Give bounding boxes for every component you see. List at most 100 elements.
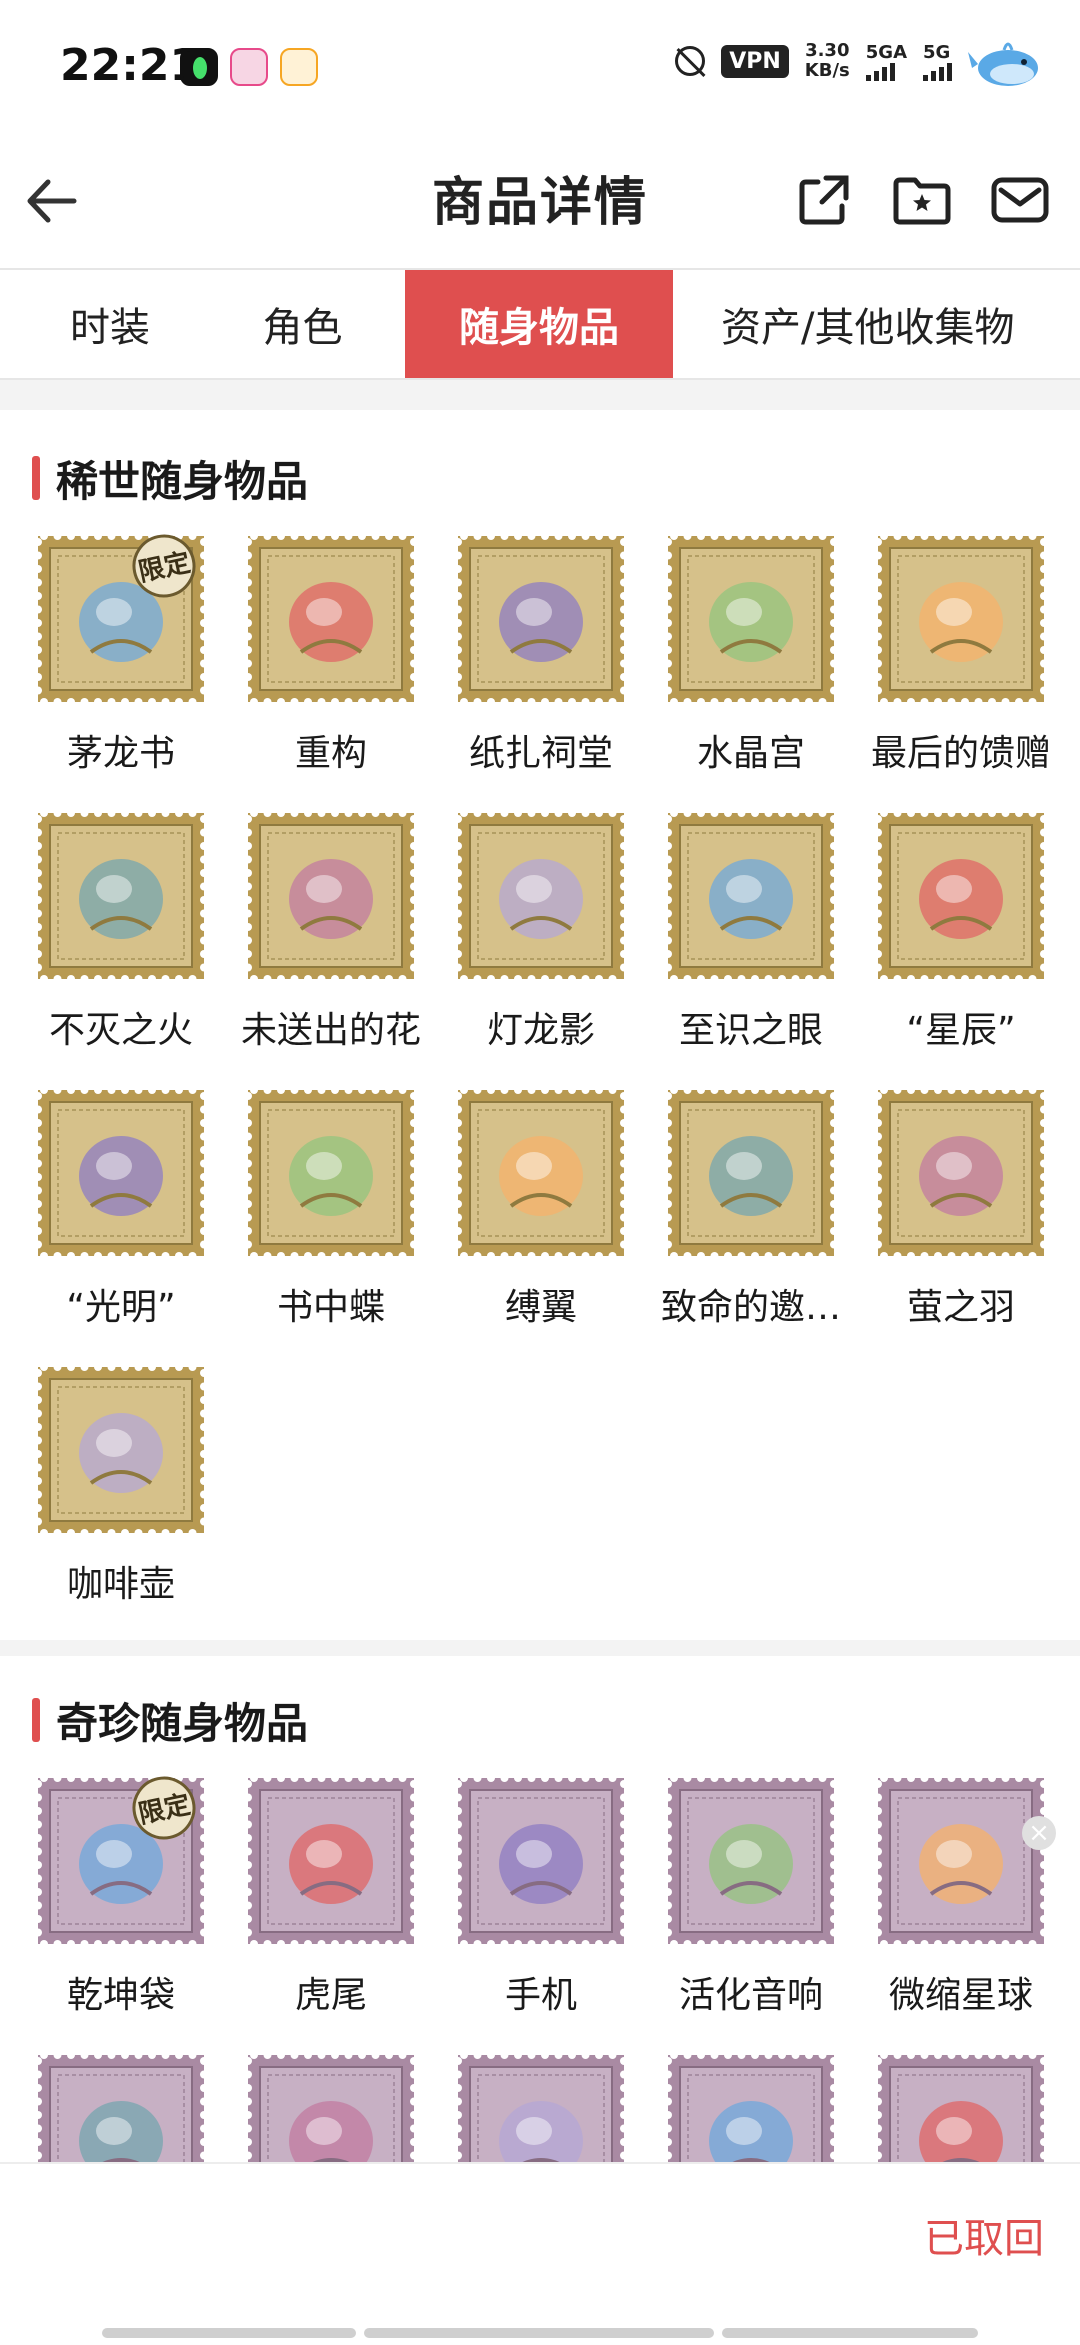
share-external-icon (799, 175, 849, 225)
signal-bars-icon (923, 62, 952, 81)
network-speed: 3.30 KB/s (805, 41, 850, 81)
signal-bars-icon (865, 62, 895, 81)
item-name: 手机 (504, 1975, 577, 2016)
signal-label: 5GA (865, 41, 907, 63)
item-card[interactable] (856, 2051, 1066, 2162)
item-stamp-image (664, 809, 838, 983)
item-card[interactable] (646, 2051, 856, 2162)
retrieved-status: 已取回 (924, 2216, 1044, 2262)
item-stamp-image (244, 2051, 418, 2162)
item-name: 虎尾 (294, 1975, 367, 2016)
section-title: 稀世随身物品 (56, 456, 309, 506)
app-notification-icon (230, 48, 268, 86)
item-stamp-image (874, 1774, 1048, 1948)
item-card[interactable]: 书中蝶 (226, 1086, 436, 1365)
item-card[interactable]: 不灭之火 (16, 809, 226, 1088)
status-bar: 22:21 VPN 3.30 KB/s 5GA 5G (0, 0, 1080, 140)
treasure-items-grid: 限定 限定乾坤袋 虎尾 手机 活化音响 微缩星球 (0, 1774, 1080, 2162)
status-right: VPN 3.30 KB/s 5GA 5G (675, 34, 1040, 88)
signal-5g: 5G (923, 42, 952, 81)
item-stamp-image (34, 1363, 208, 1537)
tab-outfits[interactable]: 时装 (0, 270, 200, 378)
tab-characters[interactable]: 角色 (200, 270, 405, 378)
item-card[interactable]: 限定 限定茅龙书 (16, 532, 226, 811)
item-card[interactable] (436, 2051, 646, 2162)
status-app-icons (180, 48, 318, 86)
item-stamp-image (454, 809, 628, 983)
whale-icon (968, 42, 1038, 86)
item-name: 水晶宫 (696, 733, 805, 774)
section-header: 稀世随身物品 (32, 448, 308, 508)
item-name: 最后的馈赠 (870, 733, 1051, 774)
header-actions (792, 168, 1052, 232)
item-name: 微缩星球 (888, 1975, 1033, 2016)
section-accent-bar (32, 456, 40, 500)
signal-5ga: 5GA (865, 41, 907, 81)
item-stamp-image (34, 809, 208, 983)
item-card[interactable]: 至识之眼 (646, 809, 856, 1088)
item-name: 重构 (294, 733, 367, 774)
silent-alarm-icon (675, 46, 706, 76)
item-name: 纸扎祠堂 (468, 733, 613, 774)
item-stamp-image (874, 2051, 1048, 2162)
section-accent-bar (32, 1698, 40, 1742)
item-stamp-image (454, 532, 628, 706)
divider (0, 380, 1080, 410)
item-card[interactable]: 缚翼 (436, 1086, 646, 1365)
close-icon[interactable]: × (1022, 1816, 1056, 1850)
item-card[interactable]: “星辰” (856, 809, 1066, 1088)
item-stamp-image (244, 532, 418, 706)
item-name: 致命的邀… (660, 1287, 841, 1328)
share-button[interactable] (792, 168, 856, 232)
favorite-folder-button[interactable] (890, 168, 954, 232)
category-tabs: 时装 角色 随身物品 资产/其他收集物 (0, 268, 1080, 380)
header: 商品详情 (0, 140, 1080, 270)
item-name: 活化音响 (678, 1975, 823, 2016)
home-indicator (102, 2328, 978, 2338)
item-card[interactable] (16, 2051, 226, 2162)
item-stamp-image (664, 2051, 838, 2162)
item-card[interactable] (226, 2051, 436, 2162)
item-card[interactable]: 虎尾 (226, 1774, 436, 2053)
item-card[interactable]: 手机 (436, 1774, 646, 2053)
item-card[interactable]: 限定 限定乾坤袋 (16, 1774, 226, 2053)
item-stamp-image (664, 532, 838, 706)
section-header: 奇珍随身物品 (32, 1690, 308, 1750)
item-stamp-image (34, 2051, 208, 2162)
item-card[interactable]: 活化音响 (646, 1774, 856, 2053)
item-stamp-image (664, 1774, 838, 1948)
message-button[interactable] (988, 168, 1052, 232)
section-title: 奇珍随身物品 (56, 1698, 309, 1748)
item-card[interactable]: 纸扎祠堂 (436, 532, 646, 811)
item-stamp-image (874, 1086, 1048, 1260)
tab-accessories[interactable]: 随身物品 (405, 270, 673, 378)
item-name: 萤之羽 (906, 1287, 1015, 1328)
item-card[interactable]: 重构 (226, 532, 436, 811)
item-card[interactable]: 未送出的花 (226, 809, 436, 1088)
treasure-accessories-section: 奇珍随身物品 限定 限定乾坤袋 虎尾 手机 活化音响 (0, 1690, 1080, 2162)
item-name: 茅龙书 (66, 733, 175, 774)
item-stamp-image (244, 1086, 418, 1260)
item-card[interactable]: 咖啡壶 (16, 1363, 226, 1642)
app-notification-icon (280, 48, 318, 86)
item-card[interactable]: “光明” (16, 1086, 226, 1365)
item-card[interactable]: 致命的邀… (646, 1086, 856, 1365)
divider (0, 1640, 1080, 1656)
item-stamp-image: 限定 (34, 532, 208, 706)
item-stamp-image: 限定 (34, 1774, 208, 1948)
tab-assets-other[interactable]: 资产/其他收集物 (673, 270, 1080, 378)
rare-accessories-section: 稀世随身物品 限定 限定茅龙书 重构 纸扎祠堂 水晶宫 (0, 448, 1080, 1613)
item-name: “光明” (66, 1287, 176, 1328)
item-stamp-image (454, 1774, 628, 1948)
item-card[interactable]: 最后的馈赠 (856, 532, 1066, 811)
item-name: 至识之眼 (678, 1010, 823, 1051)
bottom-bar: 已取回 (0, 2162, 1080, 2345)
item-name: 不灭之火 (48, 1010, 193, 1051)
item-card[interactable]: 灯龙影 (436, 809, 646, 1088)
signal-label: 5G (923, 41, 951, 63)
network-speed-value: 3.30 (805, 40, 850, 61)
item-stamp-image (454, 2051, 628, 2162)
item-card[interactable]: 萤之羽 (856, 1086, 1066, 1365)
mail-icon (991, 177, 1049, 223)
item-card[interactable]: 水晶宫 (646, 532, 856, 811)
